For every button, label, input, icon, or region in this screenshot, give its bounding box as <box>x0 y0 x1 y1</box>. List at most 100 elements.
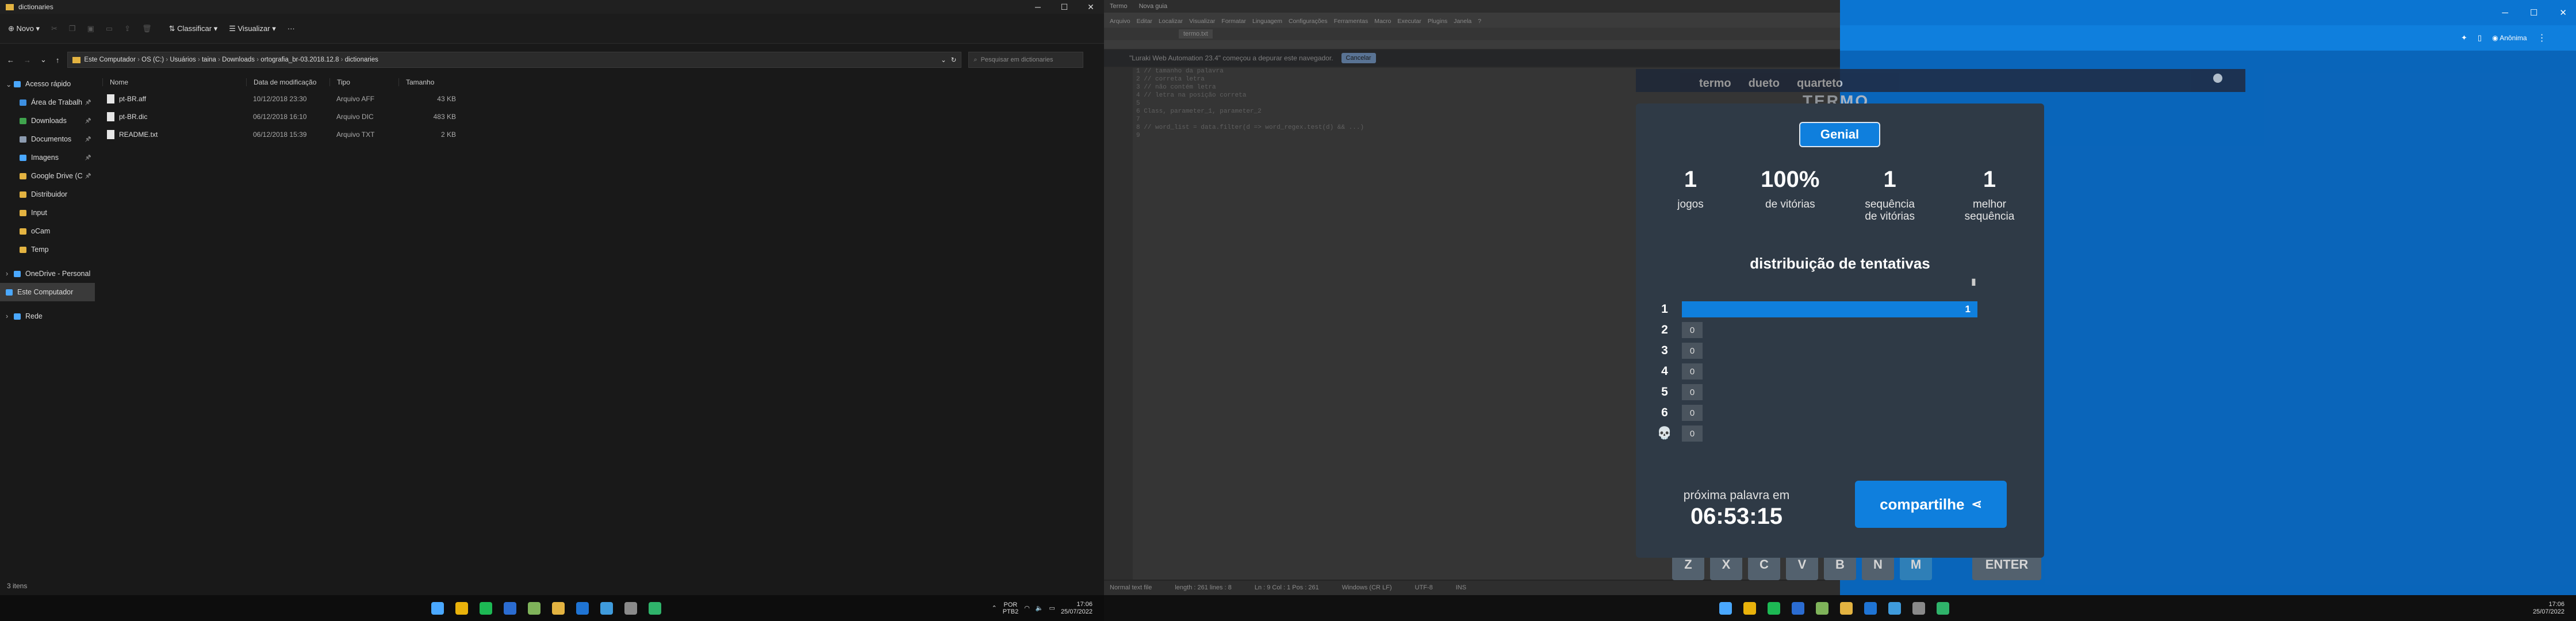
notepad-icon[interactable] <box>1816 601 1828 615</box>
word-icon[interactable] <box>1792 601 1804 615</box>
menu-item[interactable]: Plugins <box>1428 18 1447 25</box>
search-input[interactable]: ⌕ Pesquisar em dictionaries <box>968 52 1084 68</box>
paste-icon[interactable]: ▣ <box>87 24 94 33</box>
column-header[interactable]: Data de modificação <box>246 78 329 86</box>
app-icon[interactable] <box>1888 601 1901 615</box>
sidebar-item-google-drive-c[interactable]: Google Drive (C 📌 <box>0 167 95 185</box>
up-icon[interactable]: ↑ <box>56 56 60 64</box>
breadcrumb-item[interactable]: Este Computador <box>84 56 136 63</box>
graph-icon[interactable]: ▮ <box>1971 276 1976 288</box>
menu-icon[interactable]: ⋮ <box>2537 32 2547 44</box>
column-header[interactable]: Tamanho <box>398 78 456 86</box>
chrome-icon[interactable] <box>1743 601 1756 615</box>
minimize-button[interactable]: ─ <box>1025 0 1051 14</box>
sort-button[interactable]: ⇅ Classificar ▾ <box>169 24 218 33</box>
chevron-icon[interactable]: › <box>6 270 14 278</box>
wifi-icon[interactable]: ◠ <box>1024 604 1030 612</box>
delete-icon[interactable]: 🗑 <box>142 24 152 33</box>
menu-item[interactable]: Formatar <box>1221 18 1246 25</box>
clock-2[interactable]: 17:06 25/07/2022 <box>2533 601 2564 616</box>
app-icon[interactable] <box>600 601 613 615</box>
menu-item[interactable]: Ferramentas <box>1334 18 1368 25</box>
share-button[interactable]: compartilhe ⋖ <box>1855 481 2007 528</box>
breadcrumb-item[interactable]: dictionaries <box>345 56 378 63</box>
sheets-icon[interactable] <box>1937 601 1949 615</box>
spotify-icon[interactable] <box>480 601 492 615</box>
menu-item[interactable]: Configurações <box>1289 18 1328 25</box>
spotify-icon[interactable] <box>1768 601 1780 615</box>
more-button[interactable]: ··· <box>288 24 295 33</box>
sidebar-item-acesso-r-pido[interactable]: ⌄ Acesso rápido <box>0 75 95 93</box>
chevron-icon[interactable]: ⌄ <box>6 80 14 89</box>
notepad-icon[interactable] <box>528 601 540 615</box>
share-icon[interactable]: ⇪ <box>124 24 131 33</box>
menu-item[interactable]: Editar <box>1137 18 1152 25</box>
chevron-down-icon[interactable]: ⌄ <box>40 55 47 64</box>
explorer-icon[interactable] <box>1840 601 1853 615</box>
view-button[interactable]: ☰ Visualizar ▾ <box>229 24 276 33</box>
cut-icon[interactable]: ✂ <box>51 24 57 33</box>
sidebar-item-onedrive-personal[interactable]: › OneDrive - Personal <box>0 264 95 283</box>
chrome-icon[interactable] <box>455 601 468 615</box>
chevron-icon[interactable]: › <box>6 312 14 320</box>
sidebar-item--rea-de-trabalh[interactable]: Área de Trabalh 📌 <box>0 93 95 112</box>
sidebar-item-rede[interactable]: › Rede <box>0 307 95 325</box>
battery-icon[interactable]: ▭ <box>1049 604 1055 612</box>
volume-icon[interactable]: 🔈 <box>1036 604 1044 612</box>
sidebar-item-input[interactable]: Input <box>0 204 95 222</box>
npp-tab[interactable]: Nova guia <box>1139 3 1168 10</box>
breadcrumb-item[interactable]: OS (C:) <box>141 56 164 63</box>
refresh-icon[interactable]: ↻ <box>951 56 957 64</box>
profile-button[interactable]: ◉ Anônima <box>2492 34 2527 42</box>
minimize-button[interactable]: ─ <box>2502 8 2508 18</box>
copy-icon[interactable]: ❐ <box>69 24 76 33</box>
sidebar-item-documentos[interactable]: Documentos 📌 <box>0 130 95 148</box>
breadcrumb[interactable]: Este Computador › OS (C:) › Usuários › t… <box>67 52 962 68</box>
outlook-icon[interactable] <box>1864 601 1877 615</box>
settings-icon[interactable] <box>1912 601 1925 615</box>
settings-icon[interactable] <box>624 601 637 615</box>
menu-item[interactable]: Localizar <box>1159 18 1183 25</box>
explorer-icon[interactable] <box>552 601 565 615</box>
file-row[interactable]: README.txt 06/12/2018 15:39 Arquivo TXT 2 K… <box>102 125 1103 143</box>
menu-item[interactable]: Executar <box>1397 18 1421 25</box>
chevron-down-icon[interactable]: ⌄ <box>941 56 946 64</box>
forward-icon[interactable]: → <box>24 56 31 64</box>
sheets-icon[interactable] <box>649 601 661 615</box>
breadcrumb-item[interactable]: ortografia_br-03.2018.12.8 <box>260 56 339 63</box>
file-row[interactable]: pt-BR.dic 06/12/2018 16:10 Arquivo DIC 483 … <box>102 108 1103 125</box>
breadcrumb-item[interactable]: Usuários <box>170 56 195 63</box>
breadcrumb-item[interactable]: Downloads <box>222 56 255 63</box>
sidebar-item-downloads[interactable]: Downloads 📌 <box>0 112 95 130</box>
sidebar-item-temp[interactable]: Temp <box>0 240 95 259</box>
sidebar-item-distribuidor[interactable]: Distribuidor <box>0 185 95 204</box>
menu-item[interactable]: Visualizar <box>1189 18 1215 25</box>
puzzle-icon[interactable]: ✦ <box>2461 33 2467 43</box>
menu-item[interactable]: Linguagem <box>1252 18 1282 25</box>
new-button[interactable]: ⊕ Novo ▾ <box>8 24 40 33</box>
npp-tab[interactable]: Termo <box>1110 3 1128 10</box>
sidepanel-icon[interactable]: ▯ <box>2478 33 2482 43</box>
file-row[interactable]: pt-BR.aff 10/12/2018 23:30 Arquivo AFF 43 K… <box>102 90 1103 108</box>
file-tab[interactable]: termo.txt <box>1179 29 1213 39</box>
close-button[interactable]: ✕ <box>1078 0 1104 14</box>
sidebar-item-ocam[interactable]: oCam <box>0 222 95 240</box>
windows-icon[interactable] <box>431 601 444 615</box>
maximize-button[interactable]: ☐ <box>2530 7 2537 18</box>
language-indicator[interactable]: POR PTB2 <box>1003 601 1019 615</box>
windows-icon[interactable] <box>1719 601 1732 615</box>
menu-item[interactable]: ? <box>1478 18 1481 25</box>
clock[interactable]: 17:06 25/07/2022 <box>1061 601 1092 616</box>
sidebar-item-este-computador[interactable]: Este Computador <box>0 283 95 301</box>
menu-item[interactable]: Macro <box>1374 18 1391 25</box>
outlook-icon[interactable] <box>576 601 589 615</box>
breadcrumb-item[interactable]: taina <box>202 56 216 63</box>
column-header[interactable]: Nome <box>102 78 246 86</box>
word-icon[interactable] <box>504 601 516 615</box>
sidebar-item-imagens[interactable]: Imagens 📌 <box>0 148 95 167</box>
menu-item[interactable]: Arquivo <box>1110 18 1130 25</box>
menu-item[interactable]: Janela <box>1454 18 1471 25</box>
close-button[interactable]: ✕ <box>2559 7 2567 18</box>
column-header[interactable]: Tipo <box>329 78 398 86</box>
rename-icon[interactable]: ▭ <box>106 24 113 33</box>
